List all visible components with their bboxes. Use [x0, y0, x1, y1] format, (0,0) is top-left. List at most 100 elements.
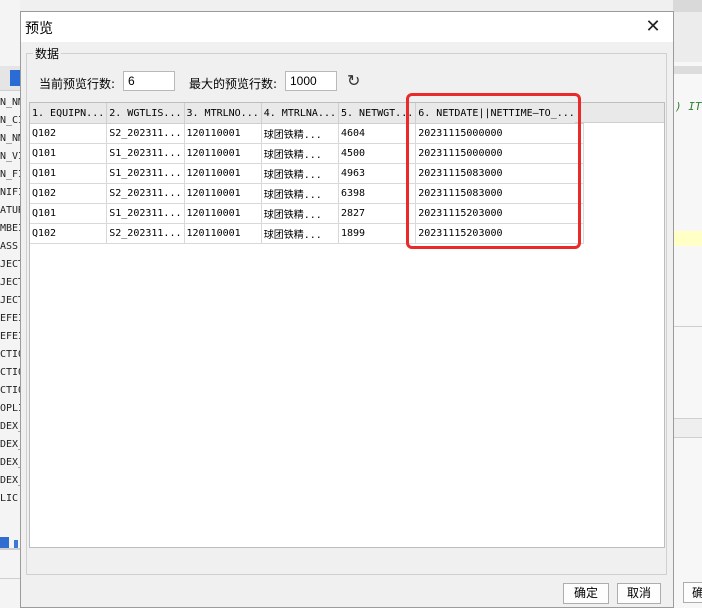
table-cell: 球团铁精...	[261, 203, 340, 224]
background-code-text: ) IT	[675, 100, 702, 113]
list-item[interactable]: N_CI	[0, 112, 20, 130]
table-cell: 球团铁精...	[261, 163, 340, 184]
preview-table: 1. EQUIPN... 2. WGTLIS... 3. MTRLNO... 4. M…	[30, 103, 585, 244]
list-item[interactable]: ASS	[0, 238, 20, 256]
table-cell: S2_202311...	[106, 123, 185, 144]
table-cell: 20231115000000	[415, 143, 585, 164]
title-bar: 预览 ✕	[21, 12, 673, 42]
background-panel	[673, 12, 702, 62]
highlighted-code-line	[673, 231, 702, 246]
list-item[interactable]: N_FI	[0, 166, 20, 184]
list-item[interactable]: CTIO	[0, 346, 20, 364]
table-body: Q102 S2_202311... 120110001 球团铁精... 4604 2023…	[30, 123, 585, 244]
background-strip	[673, 0, 702, 12]
background-button[interactable]: 确	[683, 582, 702, 603]
header-filler	[575, 103, 664, 123]
checkbox-icon	[0, 537, 9, 548]
table-cell: 20231115203000	[415, 203, 585, 224]
table-cell: 120110001	[184, 183, 262, 204]
table-cell: 120110001	[184, 123, 262, 144]
table-cell: Q101	[30, 143, 108, 164]
table-cell: Q102	[30, 183, 108, 204]
table-cell: S1_202311...	[106, 203, 185, 224]
column-header[interactable]: 4. MTRLNA...	[261, 103, 340, 124]
table-cell: Q102	[30, 223, 108, 244]
table-cell: 20231115083000	[415, 183, 585, 204]
list-item[interactable]: OPLI	[0, 400, 20, 418]
data-grid[interactable]: 1. EQUIPN... 2. WGTLIS... 3. MTRLNO... 4. M…	[29, 102, 665, 548]
table-row[interactable]: Q101 S1_202311... 120110001 球团铁精... 2827 2023…	[30, 203, 585, 224]
table-cell: S2_202311...	[106, 223, 185, 244]
list-item[interactable]: JECT	[0, 274, 20, 292]
table-cell: 120110001	[184, 223, 262, 244]
table-cell: 20231115000000	[415, 123, 585, 144]
list-item[interactable]: DEX_	[0, 436, 20, 454]
list-item[interactable]: EFEI	[0, 310, 20, 328]
list-item[interactable]: MBEI	[0, 220, 20, 238]
group-label: 数据	[33, 45, 62, 62]
max-rows-input[interactable]	[285, 71, 337, 91]
list-item[interactable]: DEX_	[0, 418, 20, 436]
dialog-title: 预览	[25, 21, 53, 37]
cancel-button[interactable]: 取消	[617, 583, 661, 604]
table-row[interactable]: Q102 S2_202311... 120110001 球团铁精... 1899 2023…	[30, 223, 585, 244]
list-item[interactable]: EFEI	[0, 328, 20, 346]
column-header[interactable]: 3. MTRLNO...	[184, 103, 262, 124]
preview-dialog: 预览 ✕ 数据 当前预览行数: 最大的预览行数: ↻ 1. EQUIPN...2…	[20, 11, 674, 608]
table-cell: 4604	[338, 123, 417, 144]
column-header[interactable]: 1. EQUIPN...	[30, 103, 108, 124]
background-panel	[673, 66, 702, 74]
table-cell: 球团铁精...	[261, 123, 340, 144]
column-header[interactable]: 2. WGTLIS...	[106, 103, 185, 124]
header-row: 1. EQUIPN... 2. WGTLIS... 3. MTRLNO... 4. M…	[30, 103, 585, 124]
table-cell: 球团铁精...	[261, 183, 340, 204]
current-rows-label: 当前预览行数:	[39, 77, 116, 91]
background-pane	[673, 418, 702, 438]
divider	[0, 578, 20, 579]
column-header[interactable]: 5. NETWGT...	[338, 103, 417, 124]
list-item[interactable]: DEX_	[0, 472, 20, 490]
list-item[interactable]: NIFI	[0, 184, 20, 202]
table-cell: 1899	[338, 223, 417, 244]
table-row[interactable]: Q101 S1_202311... 120110001 球团铁精... 4500 2023…	[30, 143, 585, 164]
list-item[interactable]: N_VI	[0, 148, 20, 166]
background-app-left: N_NMN_CIN_NMN_VIN_FINIFIATURMBEIASSJECTJ…	[0, 0, 20, 608]
table-cell: 120110001	[184, 163, 262, 184]
table-cell: 20231115083000	[415, 163, 585, 184]
table-row[interactable]: Q102 S2_202311... 120110001 球团铁精... 6398 2023…	[30, 183, 585, 204]
table-row[interactable]: Q102 S2_202311... 120110001 球团铁精... 4604 2023…	[30, 123, 585, 144]
table-cell: Q102	[30, 123, 108, 144]
table-cell: 球团铁精...	[261, 143, 340, 164]
table-cell: S2_202311...	[106, 183, 185, 204]
table-cell: S1_202311...	[106, 163, 185, 184]
list-item[interactable]: CTIO	[0, 364, 20, 382]
table-cell: 球团铁精...	[261, 223, 340, 244]
table-cell: Q101	[30, 203, 108, 224]
table-cell: S1_202311...	[106, 143, 185, 164]
close-icon[interactable]: ✕	[641, 16, 665, 38]
list-item[interactable]: JECT	[0, 256, 20, 274]
refresh-icon[interactable]: ↻	[347, 71, 360, 91]
list-item[interactable]: N_NM	[0, 130, 20, 148]
table-cell: 6398	[338, 183, 417, 204]
divider	[673, 326, 702, 327]
ok-button[interactable]: 确定	[563, 583, 609, 604]
background-app-right: ) IT 确	[673, 0, 702, 608]
list-item[interactable]: JECT	[0, 292, 20, 310]
background-indicator	[14, 540, 18, 548]
divider	[0, 548, 20, 550]
column-header[interactable]: 6. NETDATE||NETTIME—TO_...	[415, 103, 585, 124]
table-cell: Q101	[30, 163, 108, 184]
table-row[interactable]: Q101 S1_202311... 120110001 球团铁精... 4963 2023…	[30, 163, 585, 184]
table-cell: 120110001	[184, 143, 262, 164]
list-item[interactable]: DEX_	[0, 454, 20, 472]
list-item[interactable]: CTIO	[0, 382, 20, 400]
list-item[interactable]: LIC	[0, 490, 20, 508]
table-cell: 4963	[338, 163, 417, 184]
table-cell: 4500	[338, 143, 417, 164]
table-cell: 120110001	[184, 203, 262, 224]
table-cell: 2827	[338, 203, 417, 224]
list-item[interactable]: ATUR	[0, 202, 20, 220]
current-rows-input[interactable]	[123, 71, 175, 91]
list-item[interactable]: N_NM	[0, 94, 20, 112]
